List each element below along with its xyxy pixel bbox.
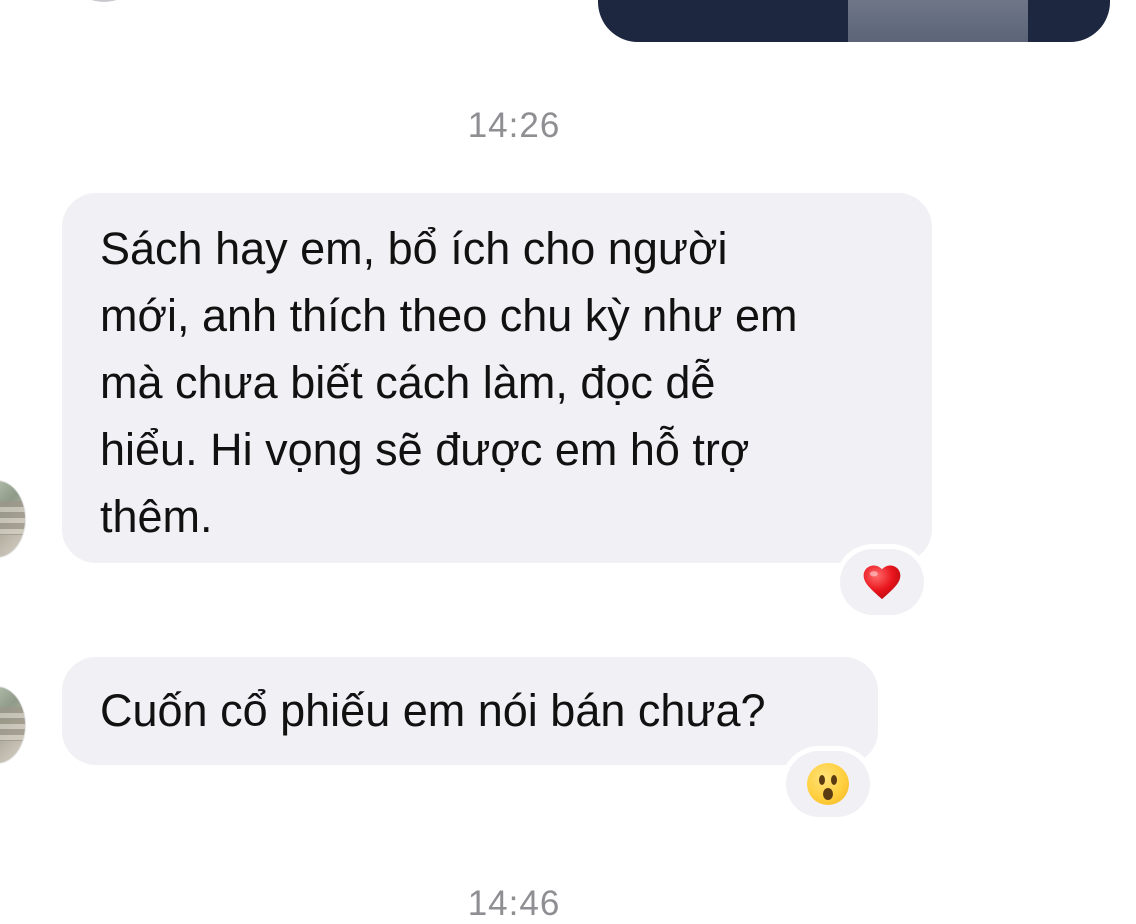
timestamp: 14:46 bbox=[467, 884, 561, 923]
message-reaction[interactable] bbox=[786, 751, 870, 817]
message-text-line: Sách hay em, bổ ích cho người bbox=[100, 223, 728, 274]
sender-avatar[interactable] bbox=[0, 480, 26, 558]
message-text-line: mới, anh thích theo chu kỳ như em bbox=[100, 290, 798, 341]
previous-avatar bbox=[80, 0, 128, 2]
message-reaction[interactable] bbox=[840, 549, 924, 615]
message-text-line: thêm. bbox=[100, 491, 213, 542]
heart-icon bbox=[860, 560, 904, 604]
previous-outgoing-media-bubble[interactable] bbox=[598, 0, 1110, 42]
incoming-message-bubble[interactable]: Cuốn cổ phiếu em nói bán chưa? bbox=[62, 657, 878, 765]
surprised-face-icon bbox=[807, 763, 849, 805]
previous-message-text-fragment bbox=[180, 0, 540, 8]
incoming-message-bubble[interactable]: Sách hay em, bổ ích cho người mới, anh t… bbox=[62, 193, 932, 563]
message-text-line: hiểu. Hi vọng sẽ được em hỗ trợ bbox=[100, 424, 750, 475]
message-text-line: mà chưa biết cách làm, đọc dễ bbox=[100, 357, 716, 408]
timestamp: 14:26 bbox=[467, 106, 561, 145]
sender-avatar[interactable] bbox=[0, 686, 26, 764]
